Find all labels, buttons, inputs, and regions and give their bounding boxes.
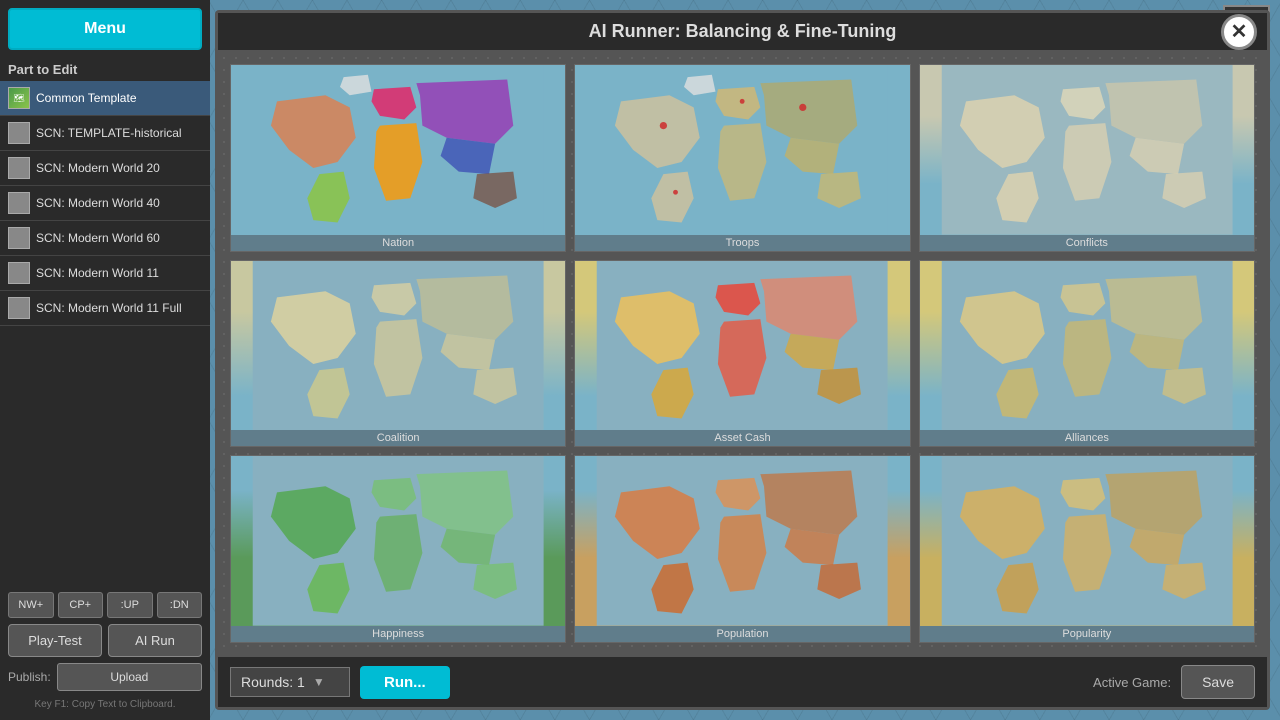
cp-plus-button[interactable]: CP+ [58, 592, 104, 618]
map-cell-population[interactable]: Population [574, 455, 910, 643]
scn-modern-11-full-icon [8, 297, 30, 319]
publish-label: Publish: [8, 670, 51, 684]
map-label-coalition: Coalition [231, 430, 565, 446]
map-svg-nation [231, 65, 565, 235]
scn-modern-60-icon [8, 227, 30, 249]
map-visual-happiness [231, 456, 565, 626]
scn-modern-11-icon [8, 262, 30, 284]
hint-text: Key F1: Copy Text to Clipboard. [8, 697, 202, 712]
save-button[interactable]: Save [1181, 665, 1255, 699]
big-btn-row: Play-Test AI Run [8, 624, 202, 657]
title-text: AI Runner: Balancing & Fine-Tuning [589, 21, 897, 41]
rounds-value: Rounds: 1 [241, 674, 305, 690]
maps-area: Nation [218, 52, 1267, 655]
sidebar-item-label: SCN: Modern World 11 [36, 266, 159, 280]
map-svg-happiness [231, 456, 565, 626]
nw-plus-button[interactable]: NW+ [8, 592, 54, 618]
upload-button[interactable]: Upload [57, 663, 202, 691]
dn-button[interactable]: :DN [157, 592, 203, 618]
rounds-dropdown[interactable]: Rounds: 1 ▼ [230, 667, 350, 697]
map-label-conflicts: Conflicts [920, 235, 1254, 251]
map-label-troops: Troops [575, 235, 909, 251]
sidebar-item-scn-modern-40[interactable]: SCN: Modern World 40 [0, 186, 210, 221]
sidebar-item-scn-modern-60[interactable]: SCN: Modern World 60 [0, 221, 210, 256]
map-visual-troops [575, 65, 909, 235]
sidebar-item-scn-modern-11-full[interactable]: SCN: Modern World 11 Full [0, 291, 210, 326]
map-label-alliances: Alliances [920, 430, 1254, 446]
map-visual-population [575, 456, 909, 626]
map-svg-conflicts [920, 65, 1254, 235]
map-cell-coalition[interactable]: Coalition [230, 260, 566, 448]
map-cell-troops[interactable]: Troops [574, 64, 910, 252]
map-svg-troops [575, 65, 909, 235]
common-template-icon: 🗺 [8, 87, 30, 109]
scn-modern-20-icon [8, 157, 30, 179]
scn-modern-40-icon [8, 192, 30, 214]
sidebar-item-scn-historical[interactable]: SCN: TEMPLATE-historical [0, 116, 210, 151]
map-visual-nation [231, 65, 565, 235]
sidebar-item-label: SCN: Modern World 11 Full [36, 301, 182, 315]
sidebar-item-scn-modern-20[interactable]: SCN: Modern World 20 [0, 151, 210, 186]
main-panel: AI Runner: Balancing & Fine-Tuning ✕ [215, 10, 1270, 710]
map-svg-alliances [920, 261, 1254, 431]
map-svg-population [575, 456, 909, 626]
bottom-controls: Rounds: 1 ▼ Run... Active Game: Save [218, 655, 1267, 707]
scn-historical-icon [8, 122, 30, 144]
map-label-population: Population [575, 626, 909, 642]
map-cell-popularity[interactable]: Popularity [919, 455, 1255, 643]
play-test-button[interactable]: Play-Test [8, 624, 102, 657]
run-button[interactable]: Run... [360, 666, 450, 699]
map-cell-happiness[interactable]: Happiness [230, 455, 566, 643]
map-label-popularity: Popularity [920, 626, 1254, 642]
active-game-label: Active Game: [1093, 675, 1171, 690]
map-svg-popularity [920, 456, 1254, 626]
map-visual-coalition [231, 261, 565, 431]
sidebar-item-label: SCN: Modern World 20 [36, 161, 160, 175]
part-to-edit-label: Part to Edit [0, 58, 210, 81]
publish-row: Publish: Upload [8, 663, 202, 691]
map-cell-conflicts[interactable]: Conflicts [919, 64, 1255, 252]
ai-run-button[interactable]: AI Run [108, 624, 202, 657]
map-visual-asset [575, 261, 909, 431]
sidebar-item-common-template[interactable]: 🗺 Common Template [0, 81, 210, 116]
close-button[interactable]: ✕ [1221, 14, 1257, 50]
map-cell-asset-cash[interactable]: Asset Cash [574, 260, 910, 448]
sidebar-item-scn-modern-11[interactable]: SCN: Modern World 11 [0, 256, 210, 291]
map-cell-alliances[interactable]: Alliances [919, 260, 1255, 448]
menu-button[interactable]: Menu [8, 8, 202, 50]
map-label-asset-cash: Asset Cash [575, 430, 909, 446]
map-visual-popularity [920, 456, 1254, 626]
maps-grid: Nation [230, 64, 1255, 643]
sidebar-bottom: NW+ CP+ :UP :DN Play-Test AI Run Publish… [0, 584, 210, 720]
map-label-happiness: Happiness [231, 626, 565, 642]
map-svg-coalition [231, 261, 565, 431]
sidebar-item-label: Common Template [36, 91, 137, 105]
action-buttons-row: NW+ CP+ :UP :DN [8, 592, 202, 618]
title-bar: AI Runner: Balancing & Fine-Tuning ✕ [218, 13, 1267, 52]
map-visual-alliances [920, 261, 1254, 431]
sidebar: Menu Part to Edit 🗺 Common Template SCN:… [0, 0, 210, 720]
sidebar-item-label: SCN: Modern World 40 [36, 196, 160, 210]
map-visual-conflicts [920, 65, 1254, 235]
map-label-nation: Nation [231, 235, 565, 251]
map-svg-asset [575, 261, 909, 431]
sidebar-item-label: SCN: Modern World 60 [36, 231, 160, 245]
up-button[interactable]: :UP [107, 592, 153, 618]
rounds-arrow-icon: ▼ [313, 675, 325, 689]
sidebar-item-label: SCN: TEMPLATE-historical [36, 126, 182, 140]
map-cell-nation[interactable]: Nation [230, 64, 566, 252]
